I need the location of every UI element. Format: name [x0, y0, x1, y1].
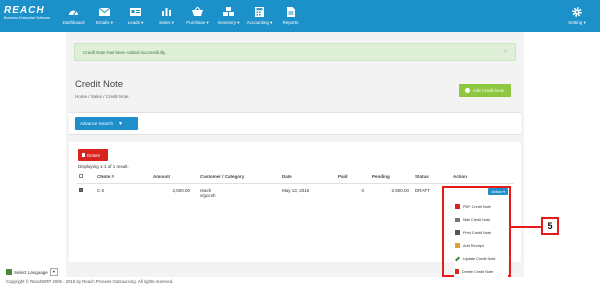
- col-customer-category[interactable]: Customer / Category: [198, 171, 280, 183]
- table-header-row: CNote # Amount Customer / Category Date …: [77, 171, 514, 183]
- nav-dashboard[interactable]: Dashboard: [58, 0, 89, 32]
- nav-label: Leads ▾: [127, 20, 144, 25]
- menu-item-label: Delete Credit Note: [462, 269, 494, 274]
- language-label: Select Language: [14, 269, 48, 275]
- nav-label: Emails ▾: [95, 20, 113, 25]
- cell-customer: reach v/gocsh: [198, 183, 280, 205]
- nav-settings[interactable]: Setting ▾: [560, 0, 594, 32]
- print-icon: [455, 230, 460, 235]
- close-icon[interactable]: ×: [504, 49, 507, 55]
- gear-icon: [571, 6, 583, 17]
- document-icon: [285, 6, 297, 17]
- nav-label: Setting ▾: [568, 20, 586, 25]
- menu-item-label: PDF Credit Note: [463, 204, 491, 209]
- step-callout: 5: [541, 217, 559, 235]
- nav-leads[interactable]: Leads ▾: [120, 0, 151, 32]
- col-cnote[interactable]: CNote #: [95, 171, 151, 183]
- nav-label: Dashboard: [62, 20, 85, 25]
- brand-tagline: Business Enterprise Software: [4, 16, 50, 20]
- delete-button[interactable]: Delete: [78, 149, 108, 161]
- top-navbar: REACH Business Enterprise Software Dashb…: [0, 0, 600, 32]
- advance-search-button[interactable]: Advance Search ▼: [75, 117, 138, 130]
- language-dropdown-arrow[interactable]: ▾: [49, 268, 58, 276]
- advance-search-label: Advance Search: [80, 121, 114, 126]
- menu-item-label: Update Credit Note: [463, 256, 496, 261]
- trash-icon: [455, 269, 459, 274]
- nav-purchase[interactable]: Purchase ▾: [182, 0, 213, 32]
- translate-icon: [6, 269, 12, 275]
- success-alert: Credit Note has been Added successfully.…: [74, 43, 516, 61]
- envelope-icon: [99, 6, 111, 17]
- customer-category: v/gocsh: [200, 192, 216, 198]
- add-credit-note-button[interactable]: Add Credit Note: [459, 84, 511, 97]
- callout-connector: [511, 226, 541, 228]
- calculator-icon: [254, 6, 266, 17]
- row-select-cell[interactable]: [77, 183, 95, 205]
- edit-icon: [455, 256, 460, 261]
- copyright-text: Copyright © ReachERP 2005 - 2016 by Reac…: [6, 279, 174, 284]
- menu-update-credit-note[interactable]: Update Credit Note: [454, 252, 508, 265]
- cell-amount: 2,500.00: [172, 187, 190, 193]
- boxes-icon: [223, 6, 235, 17]
- col-date[interactable]: Date: [280, 171, 336, 183]
- menu-item-label: Mail Credit Note: [463, 217, 491, 222]
- nav-label: Sales ▾: [159, 20, 174, 25]
- dashboard-icon: [68, 6, 80, 17]
- nav-accounting[interactable]: Accounting ▾: [244, 0, 275, 32]
- chevron-down-icon: ▼: [118, 120, 123, 127]
- col-amount[interactable]: Amount: [151, 171, 198, 183]
- menu-add-receipt[interactable]: Add Receipt: [454, 239, 508, 252]
- page-title: Credit Note: [75, 79, 124, 90]
- row-checkbox[interactable]: [79, 187, 83, 192]
- menu-delete-credit-note[interactable]: Delete Credit Note: [454, 265, 508, 278]
- action-dropdown-menu: PDF Credit Note Mail Credit Note Print C…: [454, 200, 508, 278]
- alert-message: Credit Note has been Added successfully.: [83, 50, 166, 55]
- results-summary: Displaying 1-1 of 1 result.: [78, 164, 129, 169]
- nav-reports[interactable]: Reports: [275, 0, 306, 32]
- brand-logo[interactable]: REACH Business Enterprise Software: [0, 0, 58, 32]
- brand-name: REACH: [4, 5, 45, 16]
- plus-circle-icon: [465, 88, 471, 93]
- menu-pdf-credit-note[interactable]: PDF Credit Note: [454, 200, 508, 213]
- col-pending[interactable]: Pending: [370, 171, 413, 183]
- search-bar: Advance Search ▼: [69, 112, 521, 135]
- trash-icon: [82, 153, 85, 157]
- nav-label: Inventory ▾: [217, 20, 240, 25]
- bar-chart-icon: [161, 6, 173, 17]
- nav-emails[interactable]: Emails ▾: [89, 0, 120, 32]
- col-action: Action: [453, 174, 467, 180]
- nav-label: Reports: [282, 20, 299, 25]
- nav-label: Purchase ▾: [186, 20, 209, 25]
- cell-paid: 0: [361, 187, 364, 193]
- mail-icon: [455, 217, 460, 222]
- language-selector[interactable]: Select Language ▾: [6, 268, 58, 276]
- delete-label: Delete: [87, 152, 101, 158]
- nav-label: Accounting ▾: [246, 20, 273, 25]
- menu-print-credit-note[interactable]: Print Credit Note: [454, 226, 508, 239]
- menu-mail-credit-note[interactable]: Mail Credit Note: [454, 213, 508, 226]
- col-paid[interactable]: Paid: [336, 171, 370, 183]
- card-icon: [130, 6, 142, 17]
- menu-item-label: Add Receipt: [463, 243, 484, 248]
- col-status[interactable]: Status: [413, 171, 451, 183]
- pdf-icon: [455, 204, 460, 209]
- nav-sales[interactable]: Sales ▾: [151, 0, 182, 32]
- select-all-header[interactable]: [77, 171, 95, 183]
- receipt-icon: [455, 243, 460, 248]
- menu-item-label: Print Credit Note: [463, 230, 492, 235]
- add-credit-note-label: Add Credit Note: [472, 88, 505, 93]
- select-all-checkbox[interactable]: [79, 174, 83, 179]
- breadcrumb: Home / Sales / Credit Note: [75, 94, 129, 99]
- cell-date: May 13, 2016: [282, 187, 310, 193]
- cell-cnote: C 6: [97, 187, 105, 193]
- basket-icon: [192, 6, 204, 17]
- nav-inventory[interactable]: Inventory ▾: [213, 0, 244, 32]
- cell-pending: 2,500.00: [391, 187, 409, 193]
